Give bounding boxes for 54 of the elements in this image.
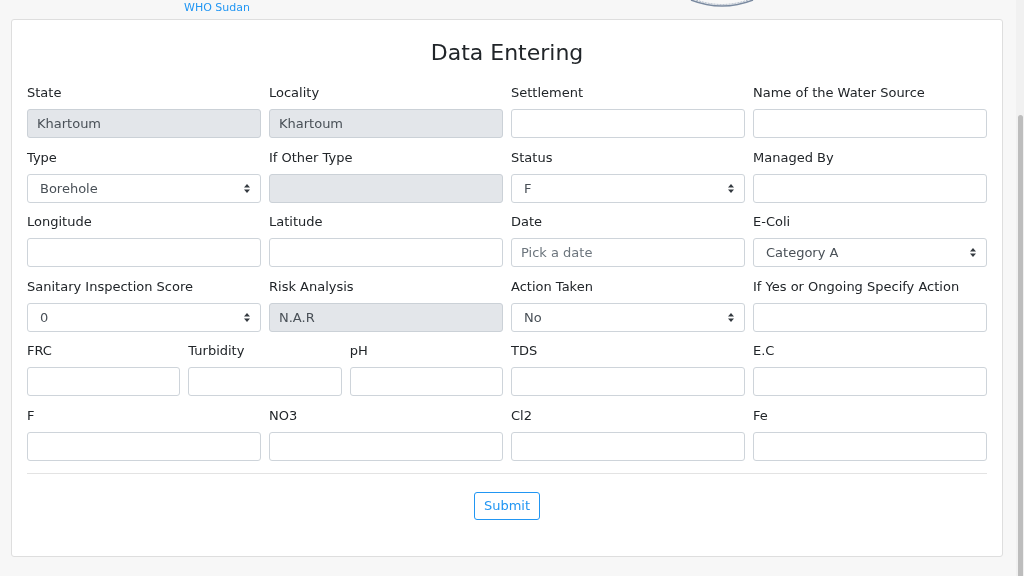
field-label: Settlement — [511, 84, 584, 102]
caret-icon — [244, 183, 250, 193]
field-label: Cl2 — [511, 406, 532, 425]
text-field[interactable] — [511, 367, 745, 396]
field-label: Sanitary Inspection Score — [27, 277, 193, 296]
field-label: pH — [349, 342, 368, 360]
text-field[interactable] — [753, 302, 987, 332]
field-label: If Yes or Ongoing Specify Action — [753, 277, 960, 296]
emblem-logo-icon — [689, 0, 754, 7]
field-label: Turbidity — [188, 342, 245, 360]
text-field[interactable] — [188, 367, 342, 396]
field-label: Date — [511, 213, 543, 231]
field-label: Longitude — [27, 213, 92, 231]
field-label: Name of the Water Source — [753, 84, 925, 102]
text-field[interactable] — [349, 367, 503, 396]
text-field[interactable] — [511, 431, 745, 461]
field-label: State — [27, 84, 62, 102]
field-label: E.C — [753, 342, 775, 360]
text-field[interactable] — [269, 431, 503, 461]
field-label: Type — [27, 148, 57, 167]
dropdown[interactable]: F — [511, 173, 745, 203]
caret-icon — [728, 183, 734, 193]
scrollbar[interactable] — [1016, 0, 1024, 576]
text-field[interactable] — [753, 367, 987, 396]
text-field[interactable] — [753, 109, 987, 138]
field-label: Managed By — [753, 148, 834, 167]
form-title: Data Entering — [430, 39, 584, 67]
text-field[interactable] — [27, 431, 261, 461]
text-field[interactable] — [753, 431, 987, 461]
text-field[interactable] — [753, 173, 987, 203]
text-field[interactable] — [269, 238, 503, 267]
field-label: TDS — [511, 342, 538, 360]
caret-icon — [970, 248, 976, 257]
date-field[interactable]: Pick a date — [511, 238, 745, 267]
field-label: Fe — [753, 406, 768, 425]
field-label: F — [27, 406, 35, 425]
field-label: Risk Analysis — [269, 277, 354, 296]
field-label: Latitude — [269, 213, 323, 231]
field-label: E-Coli — [753, 213, 791, 231]
field-label: Action Taken — [511, 277, 593, 296]
dropdown[interactable]: No — [511, 302, 745, 332]
caret-icon — [728, 312, 734, 322]
text-field[interactable] — [27, 367, 181, 396]
caret-icon — [244, 312, 250, 322]
dropdown[interactable]: Borehole — [27, 173, 261, 203]
text-field[interactable] — [27, 238, 261, 267]
field-label: NO3 — [269, 406, 298, 425]
field-label: Status — [511, 148, 553, 167]
field-label: FRC — [27, 342, 52, 360]
dropdown[interactable]: 0 — [27, 302, 261, 332]
dropdown[interactable]: Category A — [753, 238, 987, 267]
field-label: If Other Type — [269, 148, 353, 167]
field-label: Locality — [269, 84, 320, 102]
text-field[interactable] — [511, 109, 745, 138]
